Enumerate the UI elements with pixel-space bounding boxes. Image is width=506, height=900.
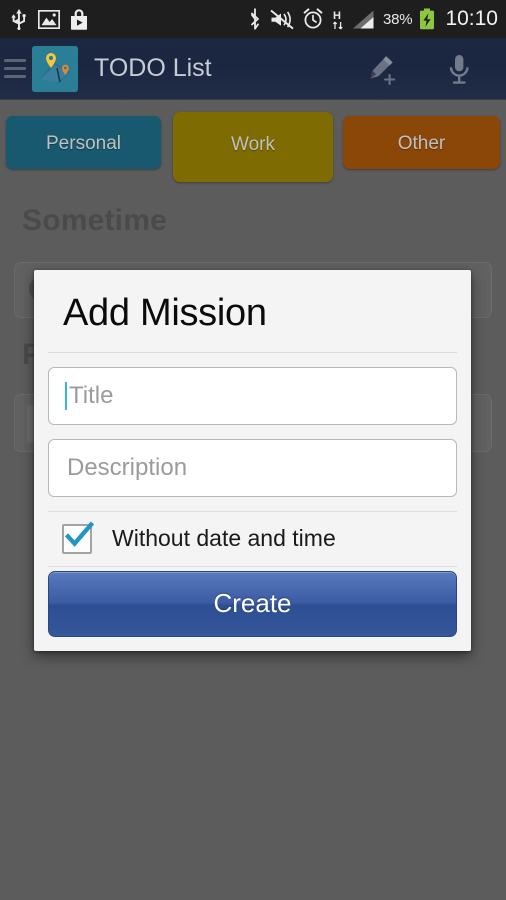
signal-bars-icon — [352, 9, 376, 30]
tab-work-label: Work — [231, 134, 275, 155]
status-bar: H 38% 10:10 — [0, 0, 506, 38]
todo-list-app-icon — [32, 45, 78, 92]
battery-percent-label: 38% — [383, 10, 413, 28]
app-bar: TODO List — [0, 38, 506, 100]
status-bar-right-icons: H 38% 10:10 — [248, 7, 498, 31]
dialog-title: Add Mission — [63, 292, 267, 334]
hspa-h-icon: H — [331, 9, 345, 30]
description-input-placeholder: Description — [67, 453, 188, 481]
category-tab-strip: Personal Work Other — [0, 100, 506, 186]
tab-other[interactable]: Other — [343, 116, 500, 169]
without-date-and-time-row[interactable]: Without date and time — [48, 512, 457, 566]
battery-charging-icon — [419, 8, 435, 30]
usb-icon — [10, 8, 28, 31]
play-store-icon — [70, 8, 88, 30]
dialog-body: Title Description Without date and time — [34, 366, 471, 567]
add-mission-dialog: Add Mission Title Description Without da… — [34, 270, 471, 651]
title-input[interactable]: Title — [48, 366, 457, 425]
microphone-icon[interactable] — [442, 52, 476, 86]
tab-work[interactable]: Work — [173, 112, 333, 182]
app-bar-actions — [366, 52, 506, 86]
without-date-checkbox[interactable] — [62, 521, 95, 554]
description-input[interactable]: Description — [48, 438, 457, 497]
hamburger-menu-icon[interactable] — [2, 55, 30, 83]
gallery-image-icon — [37, 9, 61, 29]
tab-other-label: Other — [397, 133, 446, 154]
section-header-sometime: Sometime — [22, 204, 167, 237]
status-bar-left-icons — [10, 8, 88, 31]
title-input-placeholder: Title — [69, 381, 114, 409]
dialog-checkbox-divider — [48, 565, 457, 567]
without-date-checkbox-label: Without date and time — [112, 525, 336, 552]
phone-screen: H 38% 10:10 TODO List Personal Work Othe… — [0, 0, 506, 900]
tab-personal-label: Personal — [46, 133, 121, 154]
text-caret — [65, 381, 67, 410]
vibrate-mute-icon — [269, 9, 295, 30]
svg-text:H: H — [333, 10, 341, 22]
create-button[interactable]: Create — [48, 570, 457, 637]
alarm-clock-icon — [302, 8, 324, 30]
page-title: TODO List — [94, 54, 212, 82]
create-button-label: Create — [213, 588, 292, 619]
bluetooth-icon — [248, 8, 262, 30]
status-bar-clock: 10:10 — [445, 7, 498, 30]
tab-personal[interactable]: Personal — [6, 116, 161, 169]
dialog-title-divider — [48, 351, 457, 353]
pencil-plus-icon[interactable] — [366, 52, 400, 86]
